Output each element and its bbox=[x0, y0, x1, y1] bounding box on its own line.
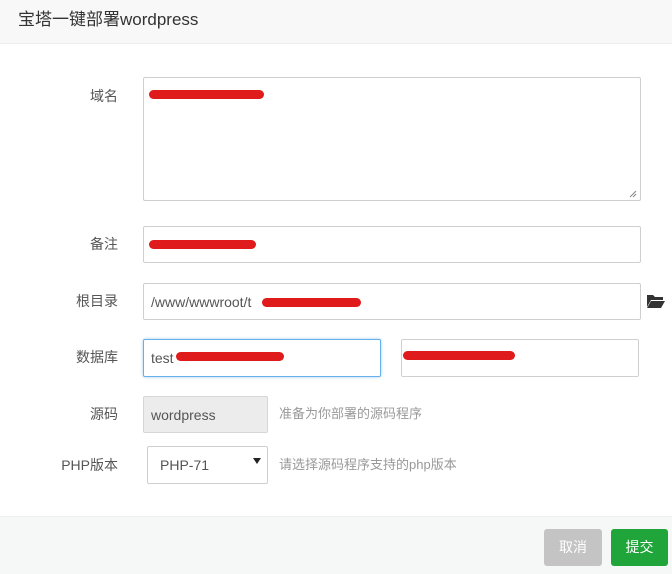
deploy-dialog: 宝塔一键部署wordpress 域名 备注 根目录 /www/wwwroot/t… bbox=[0, 0, 672, 574]
php-version-value: PHP-71 bbox=[160, 457, 210, 473]
redaction-mark bbox=[176, 352, 284, 361]
redaction-mark bbox=[262, 298, 361, 307]
source-value: wordpress bbox=[151, 407, 216, 423]
source-hint: 准备为你部署的源码程序 bbox=[279, 406, 423, 421]
root-dir-label: 根目录 bbox=[76, 293, 118, 309]
redaction-mark bbox=[403, 351, 515, 360]
redaction-mark bbox=[149, 240, 256, 249]
cancel-button[interactable]: 取消 bbox=[544, 529, 602, 566]
php-version-label: PHP版本 bbox=[61, 457, 118, 473]
redaction-mark bbox=[149, 90, 264, 99]
domain-label: 域名 bbox=[90, 88, 118, 104]
root-dir-input[interactable]: /www/wwwroot/t bbox=[143, 283, 641, 320]
source-input: wordpress bbox=[143, 396, 268, 433]
submit-button[interactable]: 提交 bbox=[611, 529, 668, 566]
resize-grip-icon[interactable] bbox=[629, 190, 637, 198]
source-label: 源码 bbox=[90, 406, 118, 422]
folder-open-icon[interactable] bbox=[646, 293, 666, 309]
caret-down-icon bbox=[253, 458, 261, 464]
dialog-title: 宝塔一键部署wordpress bbox=[18, 10, 199, 29]
database-name-value: test bbox=[151, 350, 174, 366]
php-version-hint: 请选择源码程序支持的php版本 bbox=[279, 457, 457, 472]
dialog-header: 宝塔一键部署wordpress bbox=[0, 0, 672, 44]
remark-label: 备注 bbox=[90, 236, 118, 252]
root-dir-value: /www/wwwroot/t bbox=[151, 294, 252, 310]
php-version-select[interactable]: PHP-71 bbox=[147, 446, 268, 484]
database-label: 数据库 bbox=[76, 349, 118, 365]
